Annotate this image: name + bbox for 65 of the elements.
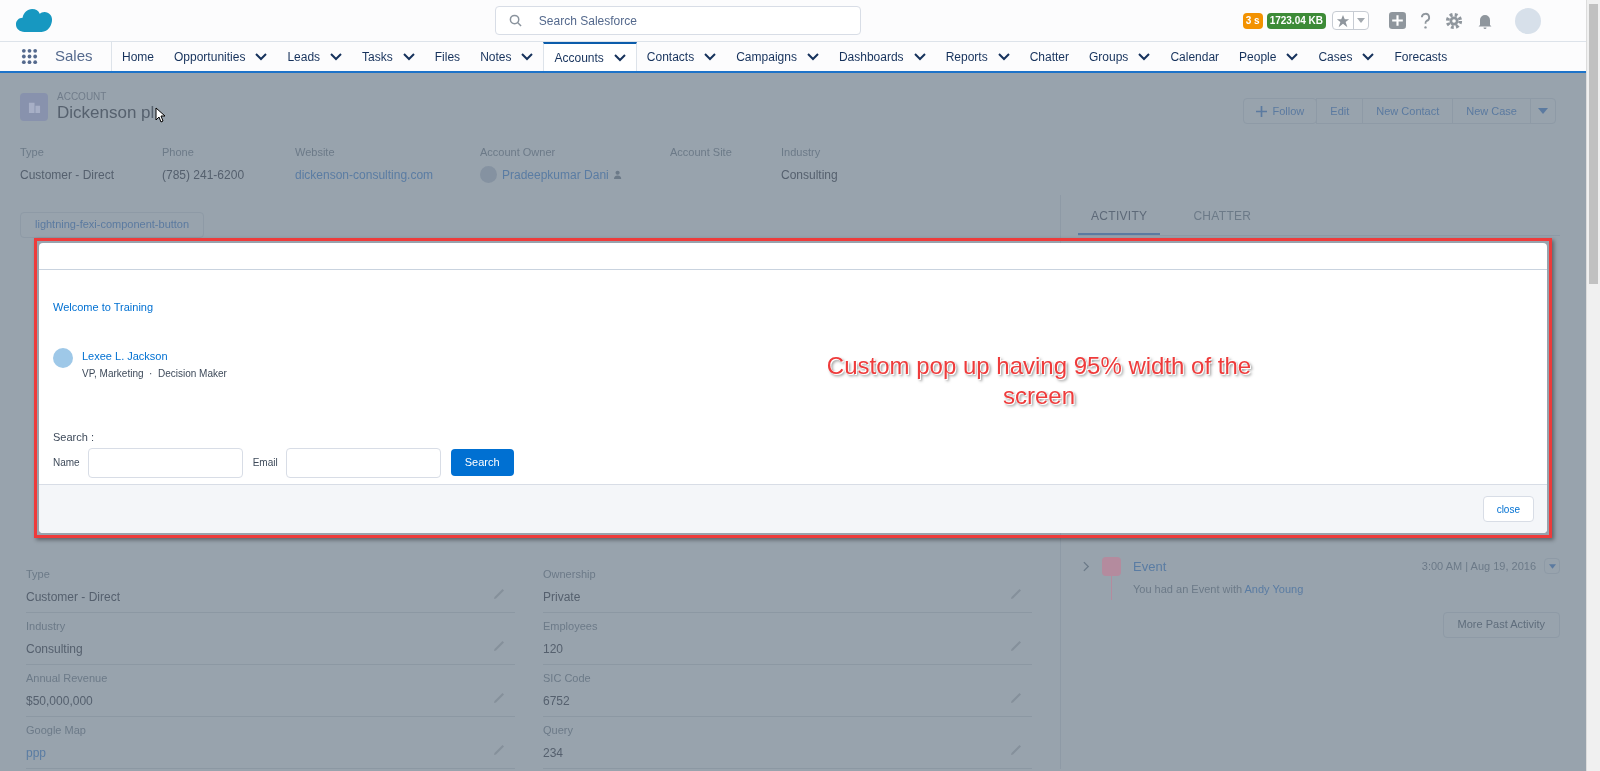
nav-tab[interactable]: Groups (1079, 42, 1161, 71)
nav-tab[interactable]: Reports (935, 42, 1020, 71)
more-actions-button[interactable] (1530, 98, 1556, 124)
highlight-value: Consulting (781, 166, 839, 184)
perf-badge: 1723.04 KB (1266, 12, 1326, 29)
nav-tab[interactable]: Chatter (1019, 42, 1079, 71)
highlight-value: (785) 241-6200 (162, 166, 246, 184)
nav-tab[interactable]: Home (112, 42, 164, 71)
field-label: Email (252, 456, 278, 470)
favorites-button[interactable] (1332, 11, 1369, 30)
add-icon[interactable] (1389, 12, 1406, 29)
record-title: Dickenson pl (57, 103, 155, 123)
nav-tab[interactable]: Cases (1308, 42, 1385, 71)
event-menu-button[interactable] (1544, 558, 1560, 575)
search-field[interactable]: Search Salesforce (494, 6, 861, 35)
caret-icon (1548, 563, 1556, 569)
nav-tab[interactable]: Calendar (1160, 42, 1230, 71)
field-value: Customer - Direct (26, 589, 120, 606)
cloud-logo[interactable] (15, 7, 53, 34)
nav-tab[interactable]: Contacts (636, 42, 727, 71)
field-value: 6752 (543, 693, 571, 710)
nav-tab[interactable]: People (1229, 42, 1309, 71)
caret-icon (1357, 17, 1365, 24)
field-value: 234 (543, 745, 565, 762)
app-launcher-icon[interactable] (21, 48, 38, 65)
text-input[interactable] (87, 447, 243, 478)
field-value: Consulting (26, 641, 83, 658)
close-button[interactable]: close (1482, 496, 1534, 522)
contact-name[interactable]: Lexee L. Jackson (82, 347, 227, 364)
nav-tab[interactable]: Accounts (543, 42, 637, 71)
nav-tab[interactable]: Campaigns (726, 42, 829, 71)
field-value: 120 (543, 641, 565, 658)
text-input[interactable] (285, 447, 441, 478)
nav-tab[interactable]: Leads (277, 42, 353, 71)
nav-tab[interactable]: Dashboards (828, 42, 936, 71)
nav-tab[interactable]: Forecasts (1384, 42, 1458, 71)
search-icon (508, 14, 522, 27)
chevron-right-icon[interactable] (1083, 560, 1090, 572)
search-button[interactable]: Search (450, 449, 514, 476)
nav-tab[interactable]: Tasks (352, 42, 425, 71)
plus-icon (1255, 105, 1267, 117)
search-label: Search : (53, 430, 95, 445)
annotation-text: Custom pop up having 95% width of the screen (825, 351, 1253, 411)
building-icon (20, 93, 48, 121)
field-label: Name (53, 456, 80, 470)
contact-title: VP, Marketing · Decision Maker (82, 367, 227, 381)
nav-tab[interactable]: Opportunities (164, 42, 278, 71)
app-name: Sales (55, 46, 93, 67)
mouse-pointer-icon (155, 107, 166, 123)
settings-icon[interactable] (1445, 11, 1463, 30)
highlight-value: Customer - Direct (20, 166, 115, 184)
field-value: Private (543, 589, 582, 606)
avatar[interactable] (1515, 7, 1541, 34)
modal-heading[interactable]: Welcome to Training (53, 299, 154, 316)
perf-badge: 3 s (1242, 12, 1263, 29)
help-icon[interactable] (1420, 11, 1431, 30)
contact-avatar (53, 347, 73, 368)
nav-tab[interactable]: Files (424, 42, 471, 71)
field-value: $50,000,000 (26, 693, 94, 710)
star-icon (1336, 13, 1350, 28)
caret-icon (1538, 108, 1548, 114)
change-owner-icon[interactable] (613, 170, 623, 179)
scrollbar-thumb[interactable] (1589, 4, 1598, 284)
nav-tab[interactable]: Notes (470, 42, 544, 71)
bell-icon[interactable] (1477, 12, 1493, 29)
